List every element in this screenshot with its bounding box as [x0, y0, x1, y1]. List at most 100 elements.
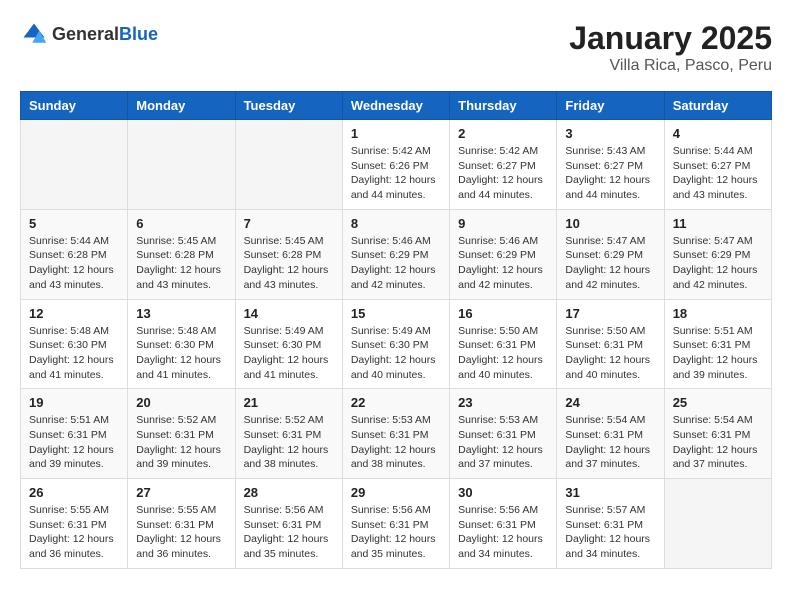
calendar-cell: 27 Sunrise: 5:55 AM Sunset: 6:31 PM Dayli…: [128, 479, 235, 569]
day-number: 2: [458, 126, 548, 141]
day-number: 23: [458, 395, 548, 410]
calendar-cell: 22 Sunrise: 5:53 AM Sunset: 6:31 PM Dayli…: [342, 389, 449, 479]
day-info: Sunrise: 5:49 AM Sunset: 6:30 PM Dayligh…: [244, 324, 334, 383]
day-info: Sunrise: 5:50 AM Sunset: 6:31 PM Dayligh…: [565, 324, 655, 383]
day-number: 9: [458, 216, 548, 231]
day-info: Sunrise: 5:57 AM Sunset: 6:31 PM Dayligh…: [565, 503, 655, 562]
day-info: Sunrise: 5:51 AM Sunset: 6:31 PM Dayligh…: [29, 413, 119, 472]
day-number: 6: [136, 216, 226, 231]
day-info: Sunrise: 5:43 AM Sunset: 6:27 PM Dayligh…: [565, 144, 655, 203]
calendar-cell: 10 Sunrise: 5:47 AM Sunset: 6:29 PM Dayli…: [557, 209, 664, 299]
day-info: Sunrise: 5:50 AM Sunset: 6:31 PM Dayligh…: [458, 324, 548, 383]
day-number: 20: [136, 395, 226, 410]
calendar-cell: 28 Sunrise: 5:56 AM Sunset: 6:31 PM Dayli…: [235, 479, 342, 569]
day-number: 16: [458, 306, 548, 321]
day-number: 29: [351, 485, 441, 500]
calendar-title: January 2025: [569, 20, 772, 57]
day-info: Sunrise: 5:56 AM Sunset: 6:31 PM Dayligh…: [351, 503, 441, 562]
calendar-cell: 9 Sunrise: 5:46 AM Sunset: 6:29 PM Daylig…: [450, 209, 557, 299]
calendar-subtitle: Villa Rica, Pasco, Peru: [569, 57, 772, 75]
logo: GeneralBlue: [20, 20, 158, 48]
day-number: 28: [244, 485, 334, 500]
logo-general: General: [52, 24, 119, 44]
calendar-cell: 8Sunrise: 5:46 AM Sunset: 6:29 PM Daylig…: [342, 209, 449, 299]
calendar-cell: 13 Sunrise: 5:48 AM Sunset: 6:30 PM Dayli…: [128, 299, 235, 389]
day-info: Sunrise: 5:53 AM Sunset: 6:31 PM Dayligh…: [351, 413, 441, 472]
day-info: Sunrise: 5:42 AM Sunset: 6:26 PM Dayligh…: [351, 144, 441, 203]
page-header: GeneralBlue January 2025 Villa Rica, Pas…: [20, 20, 772, 75]
calendar-cell: [128, 120, 235, 210]
day-info: Sunrise: 5:47 AM Sunset: 6:29 PM Dayligh…: [673, 234, 763, 293]
day-number: 21: [244, 395, 334, 410]
calendar-week-3: 19 Sunrise: 5:51 AM Sunset: 6:31 PM Dayli…: [21, 389, 772, 479]
day-info: Sunrise: 5:45 AM Sunset: 6:28 PM Dayligh…: [136, 234, 226, 293]
calendar-cell: [21, 120, 128, 210]
day-info: Sunrise: 5:49 AM Sunset: 6:30 PM Dayligh…: [351, 324, 441, 383]
day-number: 5: [29, 216, 119, 231]
weekday-header-row: SundayMondayTuesdayWednesdayThursdayFrid…: [21, 92, 772, 120]
day-number: 24: [565, 395, 655, 410]
title-block: January 2025 Villa Rica, Pasco, Peru: [569, 20, 772, 75]
calendar-cell: 2Sunrise: 5:42 AM Sunset: 6:27 PM Daylig…: [450, 120, 557, 210]
logo-icon: [20, 20, 48, 48]
day-number: 10: [565, 216, 655, 231]
calendar-cell: 15 Sunrise: 5:49 AM Sunset: 6:30 PM Dayli…: [342, 299, 449, 389]
day-number: 26: [29, 485, 119, 500]
day-number: 7: [244, 216, 334, 231]
calendar-cell: 3 Sunrise: 5:43 AM Sunset: 6:27 PM Daylig…: [557, 120, 664, 210]
day-number: 15: [351, 306, 441, 321]
day-number: 13: [136, 306, 226, 321]
weekday-header-friday: Friday: [557, 92, 664, 120]
weekday-header-saturday: Saturday: [664, 92, 771, 120]
calendar-cell: 19 Sunrise: 5:51 AM Sunset: 6:31 PM Dayli…: [21, 389, 128, 479]
day-number: 17: [565, 306, 655, 321]
day-info: Sunrise: 5:56 AM Sunset: 6:31 PM Dayligh…: [244, 503, 334, 562]
calendar-cell: 7Sunrise: 5:45 AM Sunset: 6:28 PM Daylig…: [235, 209, 342, 299]
day-info: Sunrise: 5:51 AM Sunset: 6:31 PM Dayligh…: [673, 324, 763, 383]
day-number: 4: [673, 126, 763, 141]
day-number: 30: [458, 485, 548, 500]
calendar-cell: 26 Sunrise: 5:55 AM Sunset: 6:31 PM Dayli…: [21, 479, 128, 569]
day-number: 22: [351, 395, 441, 410]
calendar-cell: 21 Sunrise: 5:52 AM Sunset: 6:31 PM Dayli…: [235, 389, 342, 479]
calendar-header: SundayMondayTuesdayWednesdayThursdayFrid…: [21, 92, 772, 120]
calendar-body: 1 Sunrise: 5:42 AM Sunset: 6:26 PM Daylig…: [21, 120, 772, 569]
day-number: 1: [351, 126, 441, 141]
day-number: 31: [565, 485, 655, 500]
day-number: 3: [565, 126, 655, 141]
day-info: Sunrise: 5:46 AM Sunset: 6:29 PM Dayligh…: [458, 234, 548, 293]
day-info: Sunrise: 5:55 AM Sunset: 6:31 PM Dayligh…: [136, 503, 226, 562]
day-info: Sunrise: 5:48 AM Sunset: 6:30 PM Dayligh…: [136, 324, 226, 383]
calendar-table: SundayMondayTuesdayWednesdayThursdayFrid…: [20, 91, 772, 569]
day-info: Sunrise: 5:56 AM Sunset: 6:31 PM Dayligh…: [458, 503, 548, 562]
calendar-cell: 18 Sunrise: 5:51 AM Sunset: 6:31 PM Dayli…: [664, 299, 771, 389]
day-number: 8: [351, 216, 441, 231]
calendar-cell: 20Sunrise: 5:52 AM Sunset: 6:31 PM Dayli…: [128, 389, 235, 479]
weekday-header-wednesday: Wednesday: [342, 92, 449, 120]
day-info: Sunrise: 5:44 AM Sunset: 6:28 PM Dayligh…: [29, 234, 119, 293]
calendar-cell: 25 Sunrise: 5:54 AM Sunset: 6:31 PM Dayli…: [664, 389, 771, 479]
weekday-header-sunday: Sunday: [21, 92, 128, 120]
day-number: 25: [673, 395, 763, 410]
calendar-week-4: 26 Sunrise: 5:55 AM Sunset: 6:31 PM Dayli…: [21, 479, 772, 569]
day-number: 19: [29, 395, 119, 410]
calendar-cell: 31 Sunrise: 5:57 AM Sunset: 6:31 PM Dayli…: [557, 479, 664, 569]
day-number: 12: [29, 306, 119, 321]
day-info: Sunrise: 5:54 AM Sunset: 6:31 PM Dayligh…: [565, 413, 655, 472]
calendar-cell: [235, 120, 342, 210]
calendar-cell: 23Sunrise: 5:53 AM Sunset: 6:31 PM Dayli…: [450, 389, 557, 479]
calendar-cell: 24 Sunrise: 5:54 AM Sunset: 6:31 PM Dayli…: [557, 389, 664, 479]
day-number: 27: [136, 485, 226, 500]
day-info: Sunrise: 5:55 AM Sunset: 6:31 PM Dayligh…: [29, 503, 119, 562]
day-info: Sunrise: 5:47 AM Sunset: 6:29 PM Dayligh…: [565, 234, 655, 293]
weekday-header-monday: Monday: [128, 92, 235, 120]
calendar-cell: [664, 479, 771, 569]
logo-blue: Blue: [119, 24, 158, 44]
day-number: 18: [673, 306, 763, 321]
day-info: Sunrise: 5:52 AM Sunset: 6:31 PM Dayligh…: [244, 413, 334, 472]
calendar-cell: 4Sunrise: 5:44 AM Sunset: 6:27 PM Daylig…: [664, 120, 771, 210]
calendar-cell: 29 Sunrise: 5:56 AM Sunset: 6:31 PM Dayli…: [342, 479, 449, 569]
calendar-cell: 17 Sunrise: 5:50 AM Sunset: 6:31 PM Dayli…: [557, 299, 664, 389]
day-info: Sunrise: 5:54 AM Sunset: 6:31 PM Dayligh…: [673, 413, 763, 472]
weekday-header-tuesday: Tuesday: [235, 92, 342, 120]
